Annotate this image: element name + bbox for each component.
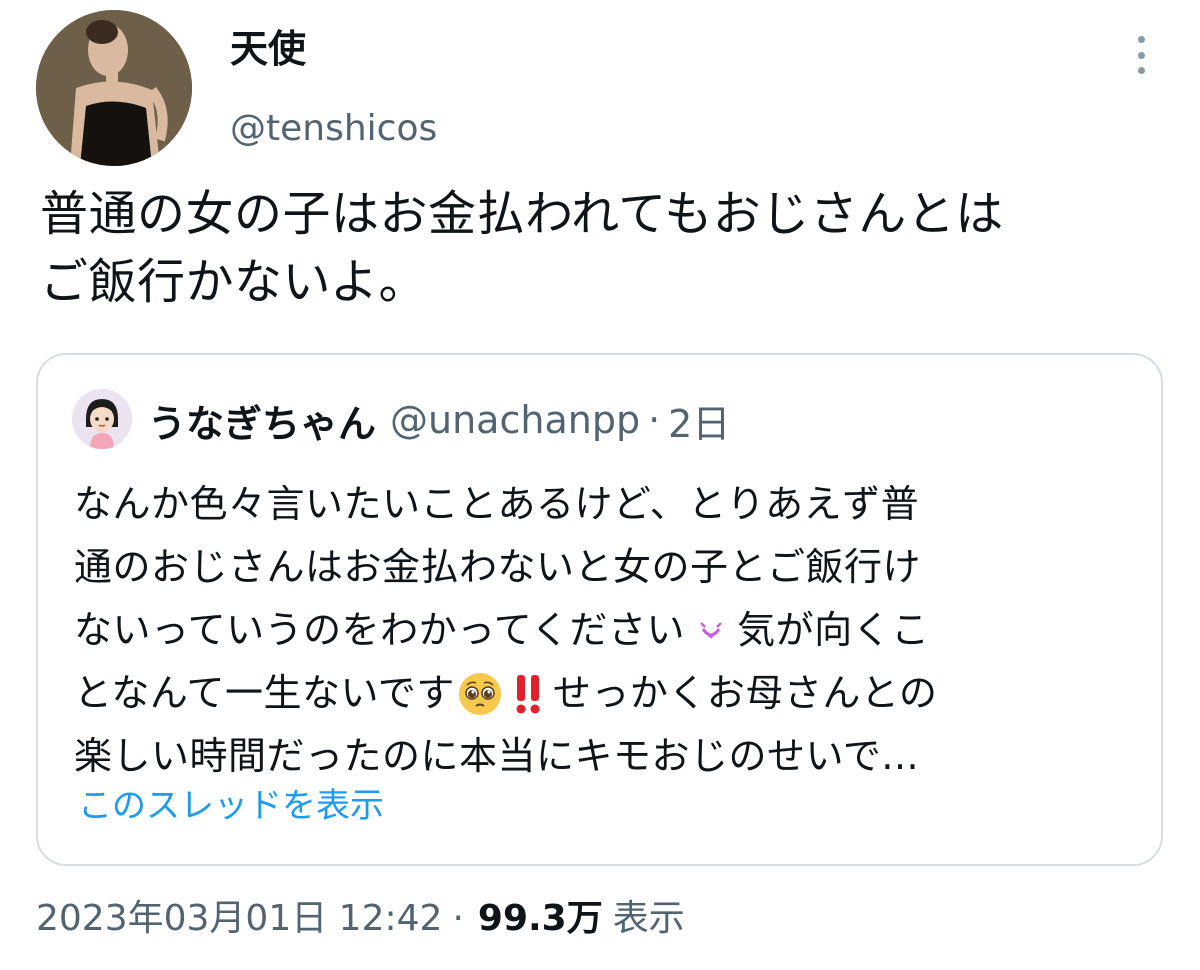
quoted-tweet-card[interactable]: うなぎちゃん @unachanpp · 2日 なんか色々言いたいことあるけど、と…	[36, 353, 1163, 866]
quoted-author-avatar[interactable]	[72, 389, 132, 449]
show-thread-link[interactable]: このスレッドを表示	[78, 781, 384, 831]
cartoon-girl-avatar-icon	[72, 389, 132, 449]
tweet-datetime[interactable]: 2023年03月01日 12:42	[36, 893, 442, 945]
view-count-label: 表示	[612, 898, 685, 939]
tweet-text-line: 普通の女の子はお金払われてもおじさんとは	[40, 186, 1004, 242]
more-vertical-icon	[1137, 36, 1145, 43]
quoted-text-line: なんか色々言いたいことあるけど、とりあえず普	[74, 482, 920, 526]
quoted-text-line: ないっていうのをわかってください 気が向くこ	[74, 599, 1144, 662]
quoted-text-segment: 気が向くこ	[737, 608, 930, 652]
author-handle[interactable]: @tenshicos	[230, 106, 437, 152]
pleading-face-icon	[458, 672, 501, 715]
quoted-tweet-time[interactable]: 2日	[668, 393, 730, 448]
author-display-name[interactable]: 天使	[230, 24, 306, 74]
separator-dot: ·	[648, 398, 661, 442]
more-options-button[interactable]	[1124, 32, 1158, 78]
quoted-text-line: 通のおじさんはお金払わないと女の子とご飯行け	[74, 545, 922, 589]
quoted-author-handle[interactable]: @unachanpp	[390, 398, 640, 442]
more-dot	[1137, 51, 1145, 59]
sparkle-heart-icon	[700, 621, 722, 639]
quoted-author-name[interactable]: うなぎちゃん	[148, 393, 376, 448]
portrait-avatar-icon	[36, 10, 192, 166]
quoted-tweet-header: うなぎちゃん @unachanpp · 2日	[148, 393, 730, 447]
tweet-meta: 2023年03月01日 12:42 · 99.3万 表示	[36, 893, 685, 945]
quoted-text-segment: せっかくお母さんとの	[552, 671, 938, 715]
quoted-text-line: 楽しい時間だったのに本当にキモおじのせいで...	[74, 734, 920, 778]
tweet-text: 普通の女の子はお金払われてもおじさんとは ご飯行かないよ。	[40, 180, 1170, 316]
quoted-tweet-text: なんか色々言いたいことあるけど、とりあえず普 通のおじさんはお金払わないと女の子…	[74, 473, 1144, 788]
author-avatar[interactable]	[36, 10, 192, 166]
more-dot	[1137, 67, 1145, 74]
quoted-text-segment: となんて一生ないです	[74, 671, 455, 715]
separator-dot: ·	[452, 898, 464, 939]
quoted-text-segment: ないっていうのをわかってください	[74, 608, 686, 652]
view-count: 99.3万	[477, 898, 603, 939]
double-exclamation-icon	[516, 674, 540, 713]
tweet-text-line: ご飯行かないよ。	[40, 254, 428, 310]
quoted-text-line: となんて一生ないです せっかくお母さんとの	[74, 662, 1144, 725]
